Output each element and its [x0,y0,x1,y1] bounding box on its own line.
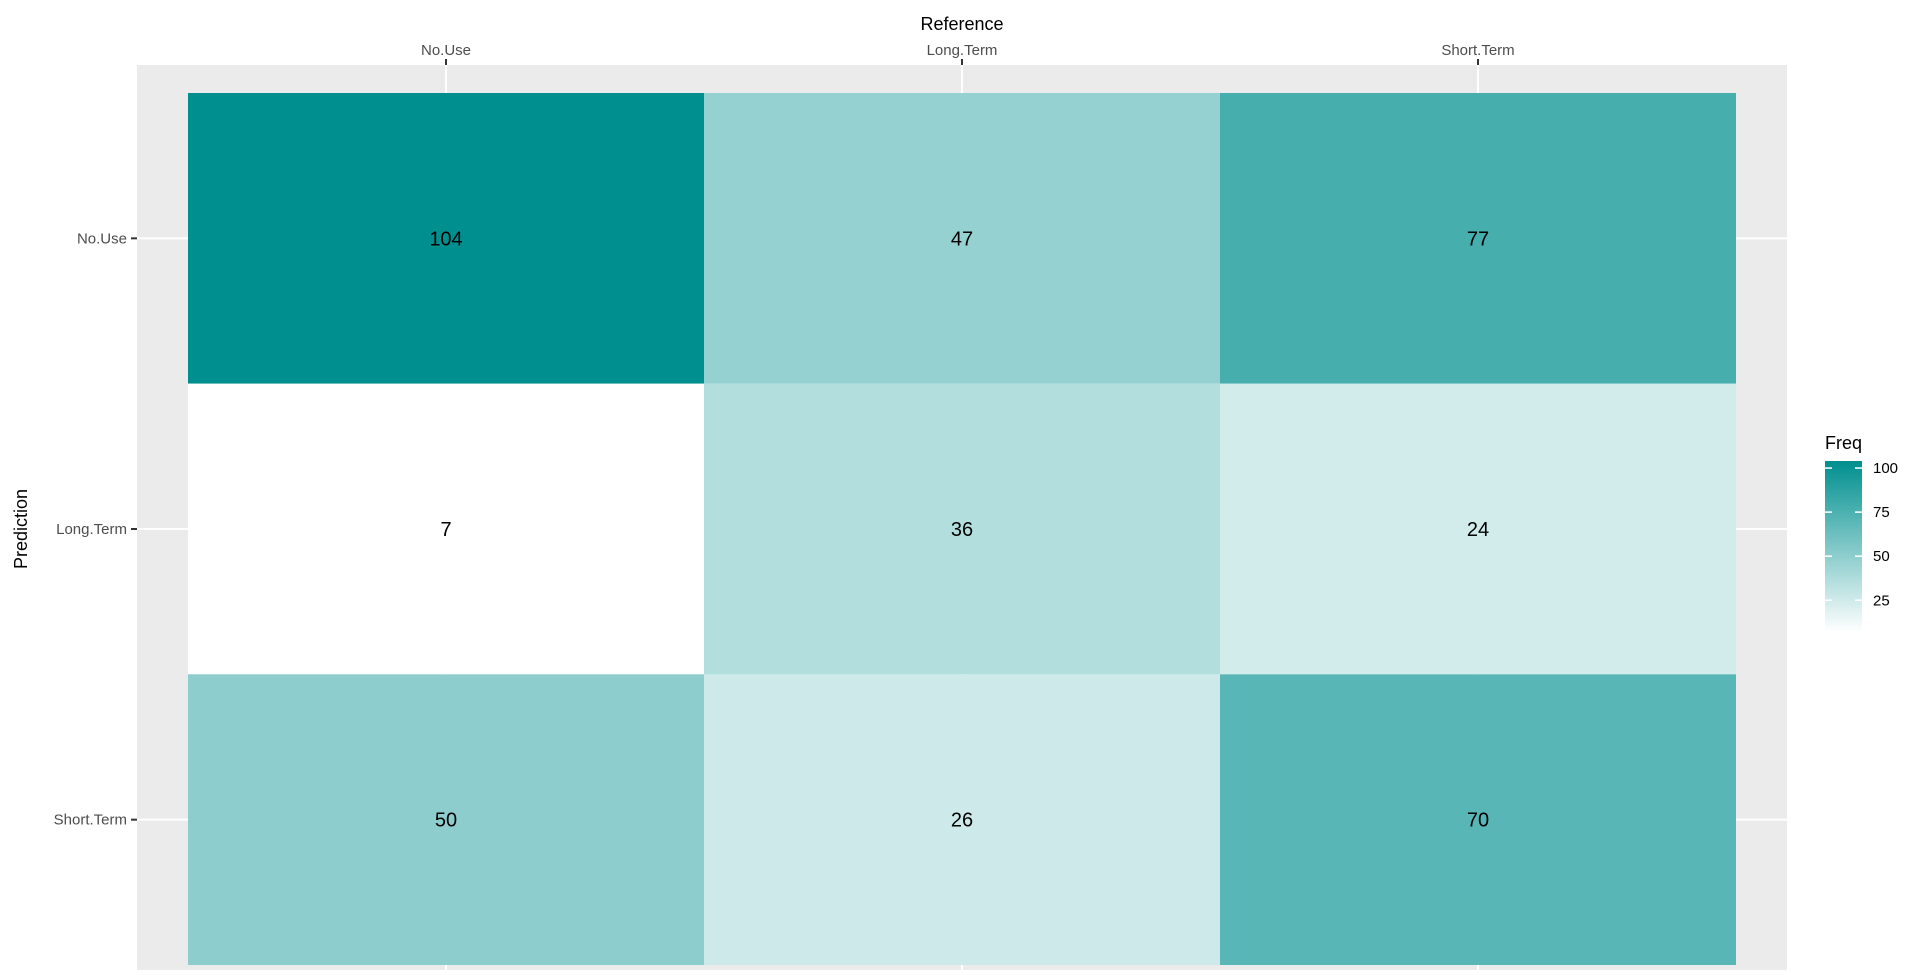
legend-colorbar [1825,461,1862,632]
confusion-matrix-heatmap: 104 47 777 36 2450 26 70 No.Use Long.Term Short.… [11,14,1898,970]
y-axis-title: Prediction [11,489,31,569]
tile-value-label: 24 [1467,519,1489,541]
legend-tick-label: 100 [1873,460,1898,477]
legend-tick-label: 50 [1873,548,1890,565]
legend: Freq 25 50 75 100 [1825,433,1898,632]
x-tick-label: Long.Term [927,42,998,59]
y-axis: No.Use Long.Term Short.Term [54,230,137,829]
y-tick-label: No.Use [77,230,127,247]
tile-value-label: 77 [1467,228,1489,250]
legend-tick-label: 25 [1873,592,1890,609]
x-axis-title: Reference [920,14,1003,34]
tile-value-label: 36 [951,519,973,541]
x-tick-label: Short.Term [1441,42,1514,59]
tile-value-label: 104 [429,228,462,250]
y-tick-label: Short.Term [54,812,127,829]
legend-title: Freq [1825,433,1862,453]
legend-tick-label: 75 [1873,504,1890,521]
x-tick-label: No.Use [421,42,471,59]
tile-value-label: 70 [1467,810,1489,832]
y-tick-label: Long.Term [56,521,127,538]
tile-value-label: 50 [435,810,457,832]
x-axis: No.Use Long.Term Short.Term [421,42,1515,65]
tile-value-label: 7 [440,519,451,541]
tiles: 104 47 777 36 2450 26 70 [188,93,1736,965]
tile-value-label: 26 [951,810,973,832]
tile-value-label: 47 [951,228,973,250]
